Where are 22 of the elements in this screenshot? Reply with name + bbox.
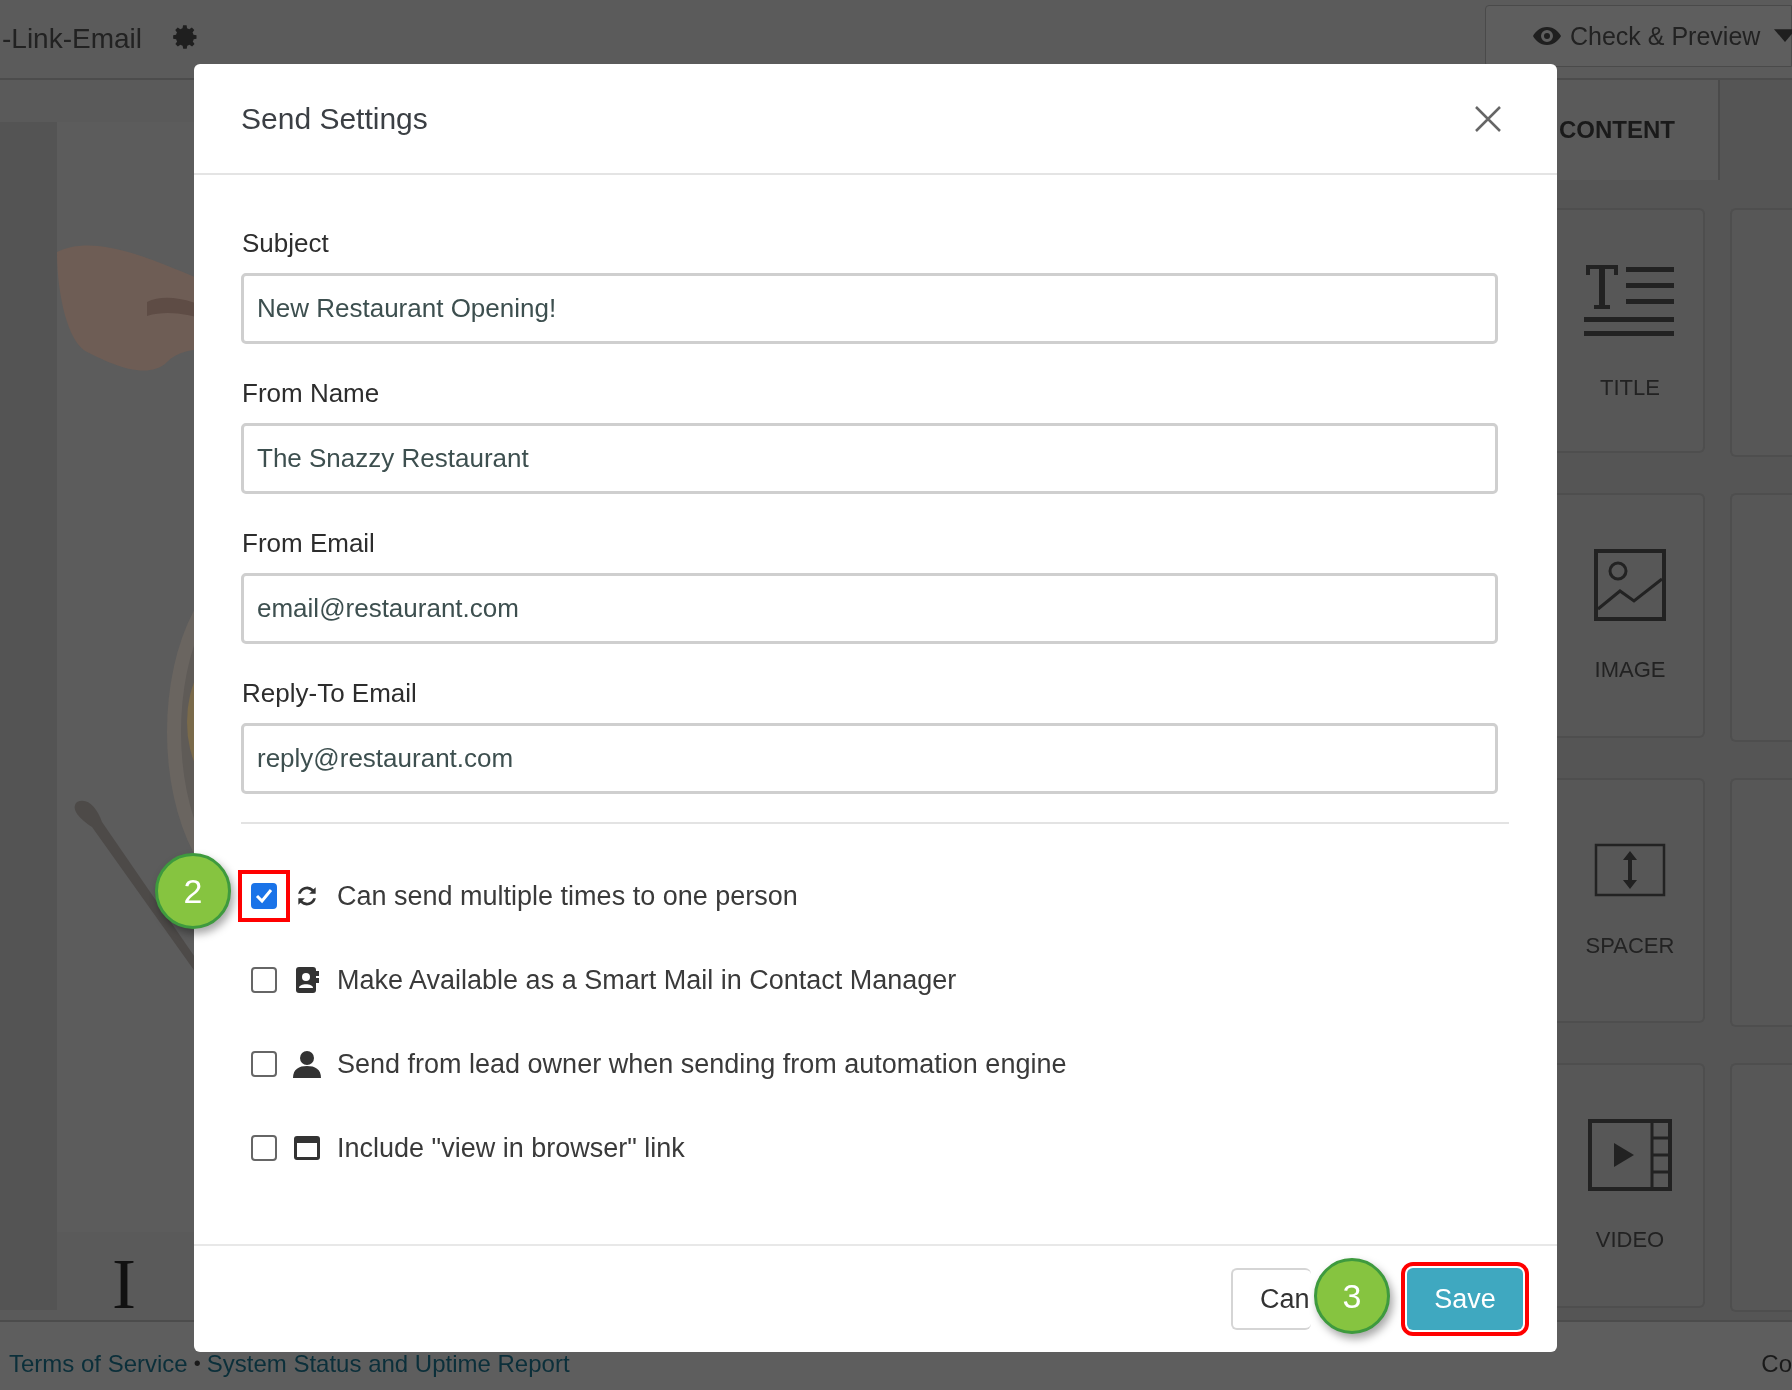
field-label: Reply-To Email bbox=[242, 677, 418, 709]
text-field[interactable]: reply@restaurant.com bbox=[241, 723, 1498, 794]
heading-text: I bbox=[112, 1248, 136, 1320]
field-label: Subject bbox=[242, 227, 330, 259]
footer-link[interactable]: System Status and Uptime Report bbox=[206, 1350, 570, 1378]
option-label: Include "view in browser" link bbox=[337, 1132, 685, 1164]
text-field[interactable]: email@restaurant.com bbox=[241, 573, 1498, 644]
dialog-title: Send Settings bbox=[241, 101, 428, 136]
separator-dot: • bbox=[193, 1352, 201, 1376]
content-tab[interactable]: CONTENT bbox=[1557, 80, 1720, 180]
check-preview-button[interactable]: Check & Preview bbox=[1485, 5, 1792, 67]
text-field[interactable]: New Restaurant Opening! bbox=[241, 273, 1498, 344]
cancel-button[interactable]: Can bbox=[1231, 1268, 1311, 1330]
field-label: From Email bbox=[242, 527, 376, 559]
option-label: Can send multiple times to one person bbox=[337, 880, 798, 912]
footer-link[interactable]: Terms of Service bbox=[9, 1350, 188, 1378]
document-title: -Link-Email bbox=[2, 23, 143, 55]
text-field[interactable]: The Snazzy Restaurant bbox=[241, 423, 1498, 494]
copyright-text: Co bbox=[1761, 1350, 1792, 1378]
field-label: From Name bbox=[242, 377, 381, 409]
option-label: Make Available as a Smart Mail in Contact Manager bbox=[337, 964, 957, 996]
option-label: Send from lead owner when sending from automation engine bbox=[337, 1048, 1067, 1080]
